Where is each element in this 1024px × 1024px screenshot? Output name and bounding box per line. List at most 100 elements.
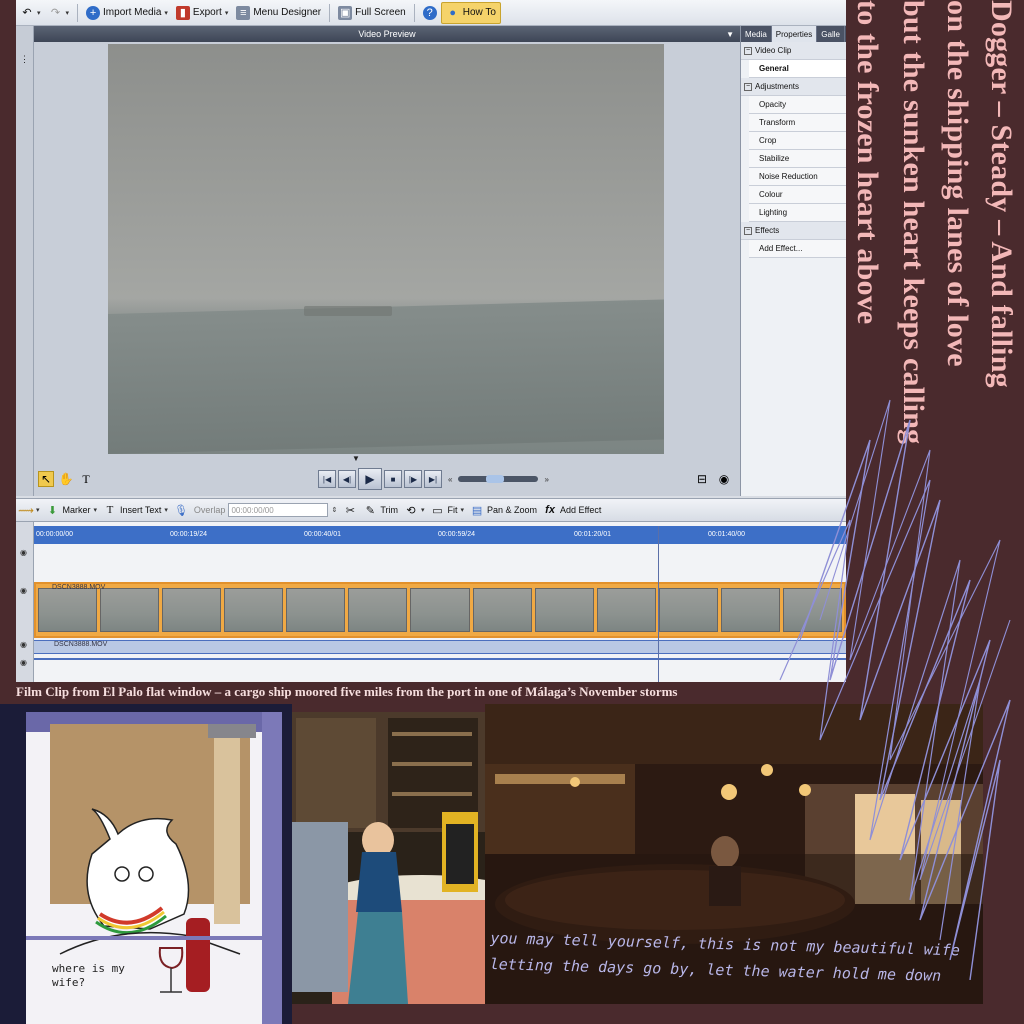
insert-text-button[interactable]: T Insert Text ▾	[100, 500, 171, 520]
import-media-button[interactable]: + Import Media ▾	[82, 2, 172, 24]
ruler-tick: 00:00:19/24	[170, 531, 207, 538]
pan-zoom-button[interactable]: ▤ Pan & Zoom	[467, 500, 540, 520]
timeline-ruler[interactable]: 00:00:00/00 00:00:19/24 00:00:40/01 00:0…	[34, 526, 846, 544]
collapse-icon: −	[744, 226, 752, 235]
redo-icon: ↷	[50, 7, 61, 19]
record-voice-button[interactable]: 🎙	[171, 500, 191, 520]
preview-title-bar: Video Preview ▼	[34, 26, 740, 42]
general-item[interactable]: General	[749, 60, 846, 78]
shuttle-slider[interactable]	[458, 475, 539, 483]
menu-designer-label: Menu Designer	[253, 7, 322, 18]
marker-button[interactable]: ⬇ Marker ▾	[43, 500, 101, 520]
lightbulb-icon: ●	[449, 6, 457, 19]
eye-icon[interactable]: ◉	[20, 640, 30, 650]
play-button[interactable]: ▶	[358, 468, 382, 490]
fit-label: Fit	[447, 505, 458, 515]
fit-button[interactable]: ▭ Fit ▾	[428, 500, 468, 520]
adjust-colour[interactable]: Colour	[749, 186, 846, 204]
timeline-area: ◉ ◉ ◉ ◉ 00:00:00/00 00:00:19/24 00:00:40…	[16, 522, 846, 682]
timeline-view-button[interactable]: ⟿ ▾	[16, 500, 43, 520]
overlap-field[interactable]: 00:00:00/00	[228, 503, 329, 517]
plus-icon: +	[86, 5, 101, 20]
effects-section[interactable]: − Effects	[741, 222, 846, 240]
text-icon: T	[106, 504, 114, 516]
adjust-lighting[interactable]: Lighting	[749, 204, 846, 222]
split-button[interactable]: ✂	[340, 500, 360, 520]
rewind-icon[interactable]: «	[448, 475, 452, 484]
camera-snapshot-icon[interactable]: ◉	[716, 471, 732, 487]
playhead-line[interactable]	[658, 526, 659, 682]
clip-frame	[286, 588, 346, 632]
video-preview-panel: Video Preview ▼ ▼ ↖ ✋ T |◀ ◀| ▶ ■ |▶ ▶| …	[34, 26, 740, 496]
ruler-tick: 00:00:40/01	[304, 531, 341, 538]
trim-button[interactable]: ✎ Trim	[360, 500, 401, 520]
video-clip-label: Video Clip	[755, 46, 792, 55]
pan-zoom-icon: ▤	[471, 504, 483, 517]
fit-icon: ▭	[432, 504, 443, 517]
video-frame	[108, 44, 664, 454]
tab-gallery[interactable]: Galle	[817, 26, 845, 42]
video-clip-section[interactable]: − Video Clip	[741, 42, 846, 60]
panel-grip-icon: ⋮	[20, 54, 29, 64]
undo-button[interactable]: ↶ ▾	[16, 2, 45, 24]
adjust-opacity[interactable]: Opacity	[749, 96, 846, 114]
rotate-button[interactable]: ⟲ ▾	[401, 500, 428, 520]
fullscreen-icon: ▣	[338, 5, 353, 20]
stop-button[interactable]: ■	[384, 470, 402, 488]
adjustments-section[interactable]: − Adjustments	[741, 78, 846, 96]
step-back-button[interactable]: ◀|	[338, 470, 356, 488]
redo-button[interactable]: ↷ ▾	[45, 2, 74, 24]
adjust-transform[interactable]: Transform	[749, 114, 846, 132]
clip-frame	[100, 588, 160, 632]
ruler-tick: 00:00:00/00	[36, 531, 73, 538]
timeline-toolbar: ⟿ ▾ ⬇ Marker ▾ T Insert Text ▾ 🎙 Overlap 00:0…	[16, 498, 846, 522]
export-label: Export	[192, 7, 222, 18]
go-to-start-button[interactable]: |◀	[318, 470, 336, 488]
timeline-view-icon: ⟿	[18, 504, 34, 517]
chevron-down-icon[interactable]: ▼	[726, 30, 734, 39]
audio-waveform-line	[34, 658, 846, 660]
add-effect-item[interactable]: Add Effect...	[749, 240, 846, 258]
sketch-text: where is my wife?	[52, 962, 125, 989]
hand-tool-icon[interactable]: ✋	[58, 471, 74, 487]
how-to-button[interactable]: ● How To	[440, 1, 501, 24]
tab-properties[interactable]: Properties	[771, 26, 818, 42]
full-screen-button[interactable]: ▣ Full Screen	[334, 2, 410, 24]
text-tool-icon[interactable]: T	[78, 471, 94, 487]
adjust-stabilize[interactable]: Stabilize	[749, 150, 846, 168]
add-effect-label: Add Effect	[560, 505, 602, 515]
speaker-icon[interactable]: ◉	[20, 658, 30, 668]
effects-label: Effects	[755, 226, 780, 235]
pen-scribble	[779, 399, 1011, 980]
select-tool-icon[interactable]: ↖	[38, 471, 54, 487]
tab-media[interactable]: Media	[741, 26, 772, 42]
video-clip-track[interactable]	[34, 582, 846, 638]
insert-text-label: Insert Text	[120, 505, 162, 515]
step-forward-button[interactable]: |▶	[404, 470, 422, 488]
help-button[interactable]: ?	[419, 2, 441, 24]
collapse-icon: −	[744, 82, 752, 91]
eye-icon[interactable]: ◉	[20, 548, 30, 558]
scribble-stroke	[799, 419, 1011, 980]
audio-track[interactable]: DSCN3888.MOV	[34, 640, 846, 654]
lyric-line: but the sunken heart keeps calling	[897, 0, 930, 445]
preview-title: Video Preview	[358, 29, 416, 39]
adjust-crop[interactable]: Crop	[749, 132, 846, 150]
clip-frame	[224, 588, 284, 632]
aspect-ratio-icon[interactable]: ⊟	[694, 471, 710, 487]
overlap-control: Overlap 00:00:00/00 ⇕	[193, 503, 338, 517]
eye-icon[interactable]: ◉	[20, 586, 30, 596]
clip-frame	[596, 588, 656, 632]
menu-designer-button[interactable]: ≡ Menu Designer	[232, 2, 325, 24]
shuttle-thumb[interactable]	[486, 475, 505, 483]
adjustments-label: Adjustments	[755, 82, 800, 91]
cargo-ship	[304, 306, 392, 316]
add-effect-button[interactable]: fx Add Effect	[540, 500, 604, 520]
adjust-noise-reduction[interactable]: Noise Reduction	[749, 168, 846, 186]
fast-forward-icon[interactable]: »	[544, 475, 548, 484]
left-collapsed-panel[interactable]: ⋮	[16, 26, 34, 496]
go-to-end-button[interactable]: ▶|	[424, 470, 442, 488]
scribble-stroke	[779, 479, 981, 941]
trim-label: Trim	[380, 505, 398, 515]
export-button[interactable]: ▮ Export ▾	[172, 2, 232, 24]
